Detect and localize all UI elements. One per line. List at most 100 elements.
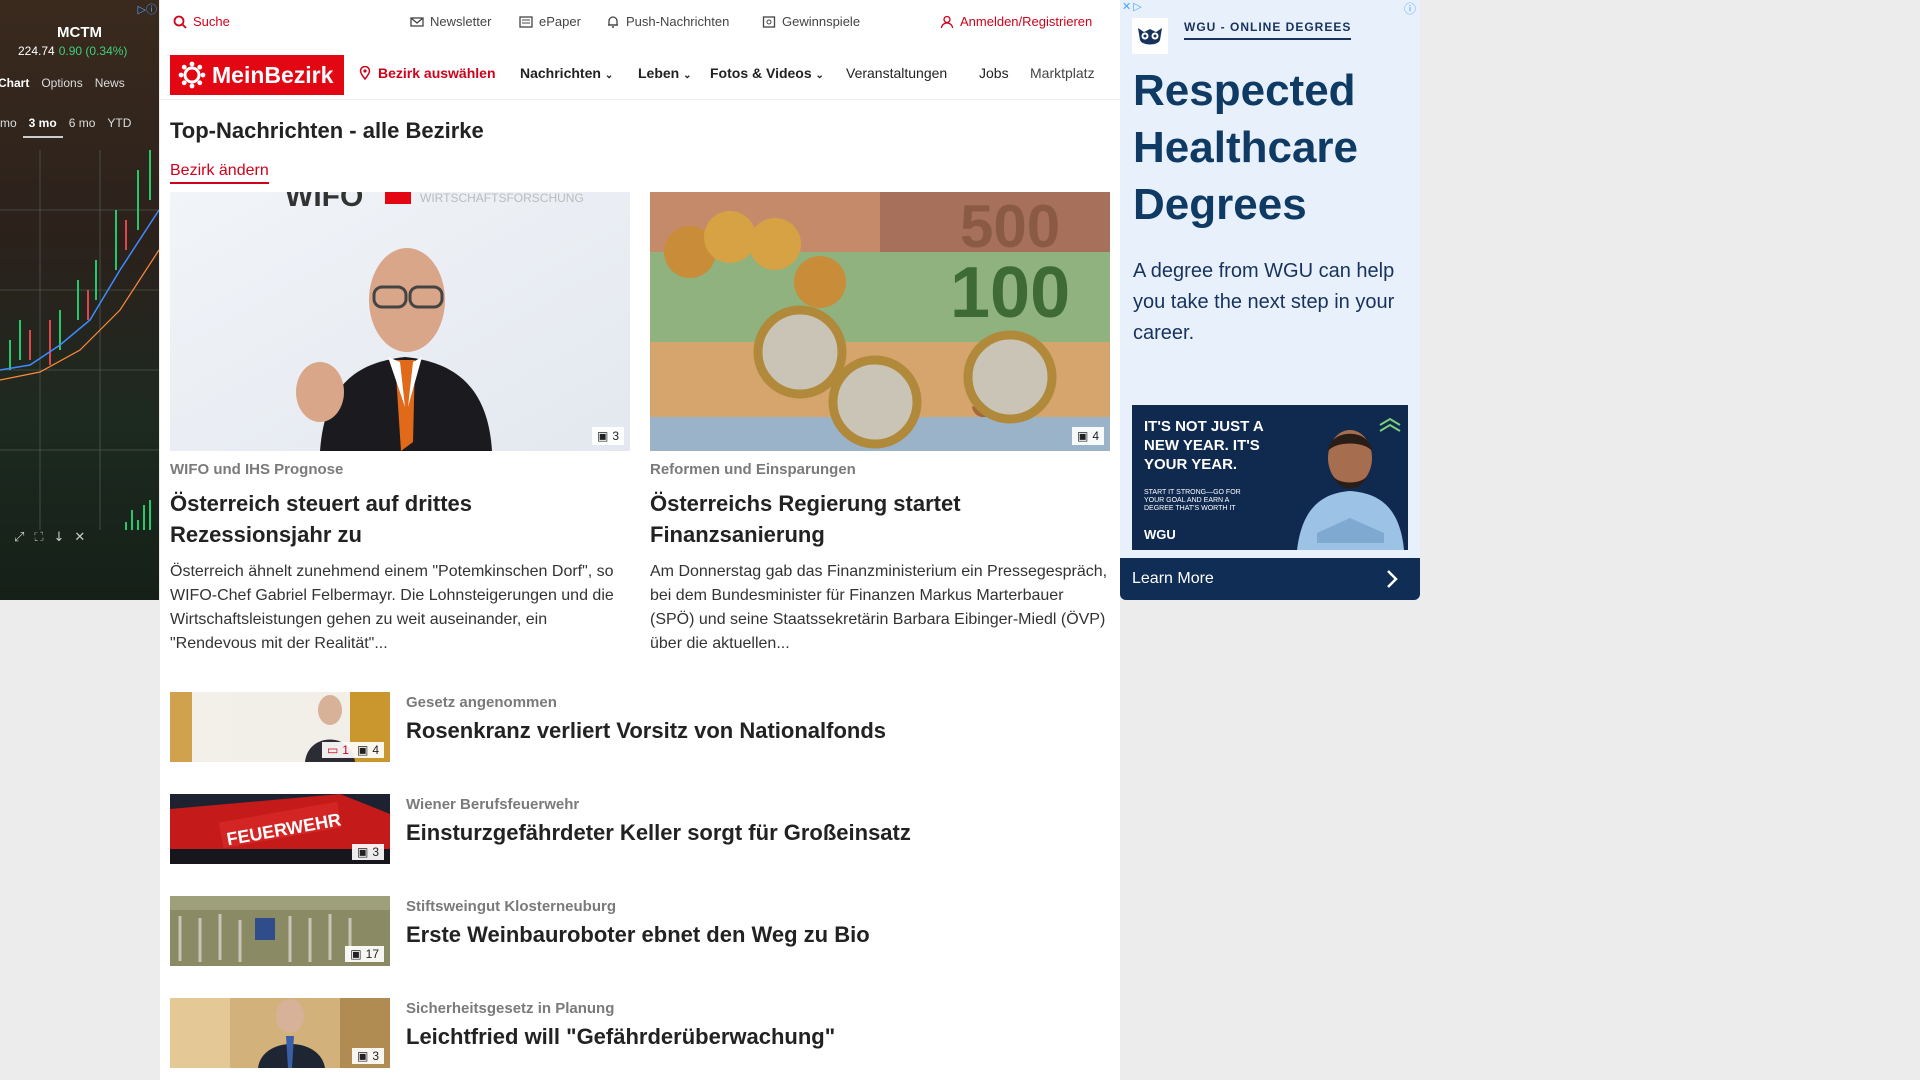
nav-nachrichten[interactable]: Nachrichten ⌄ (520, 65, 613, 81)
ad-banner[interactable]: IT'S NOT JUST A NEW YEAR. IT'S YOUR YEAR… (1132, 405, 1408, 550)
banknote-text: 100 (950, 253, 1070, 333)
gift-icon (762, 15, 776, 28)
nav-veranstaltungen[interactable]: Veranstaltungen (846, 65, 947, 81)
comment-icon: ▭ (326, 743, 339, 757)
range-1mo[interactable]: mo (0, 116, 23, 138)
article-kicker: Gesetz angenommen (406, 694, 557, 711)
wifo-logo-text: WIFO (285, 192, 363, 213)
stock-ticker: MCTM (57, 24, 102, 41)
search-link[interactable]: Suche (173, 14, 230, 29)
chart-tools[interactable]: ⤢⛶↓✕ (14, 530, 95, 545)
gewinnspiele-link[interactable]: Gewinnspiele (762, 14, 860, 29)
article-kicker: Stiftsweingut Klosterneuburg (406, 898, 616, 915)
camera-icon: ▣ (356, 845, 369, 859)
chevron-right-icon (1387, 570, 1398, 588)
main-nav: MeinBezirk Bezirk auswählen Nachrichten … (160, 50, 1120, 100)
nav-leben[interactable]: Leben ⌄ (638, 65, 692, 81)
range-3mo[interactable]: 3 mo (22, 116, 63, 138)
range-ytd[interactable]: YTD (101, 116, 137, 138)
tab-chart[interactable]: Chart (0, 76, 35, 90)
camera-icon: ▣ (350, 947, 362, 961)
bezirk-select[interactable]: Bezirk auswählen (358, 65, 496, 81)
article-thumbnail[interactable]: ▣ 17 (170, 896, 390, 966)
nav-jobs[interactable]: Jobs (979, 65, 1009, 81)
learn-more-button[interactable]: Learn More (1120, 558, 1420, 600)
stock-ranges: mo 3 mo 6 mo YTD (0, 116, 159, 138)
nav-fotos-videos[interactable]: Fotos & Videos ⌄ (710, 65, 824, 81)
newsletter-link[interactable]: Newsletter (410, 14, 491, 29)
newspaper-icon (519, 15, 533, 28)
tab-news[interactable]: News (89, 76, 131, 90)
epaper-link[interactable]: ePaper (519, 14, 581, 29)
stock-chart (0, 150, 159, 530)
camera-icon: ▣ (1076, 429, 1089, 443)
list-item[interactable]: FEUERWEHR ▣ 3 Wiener Berufsfeuerwehr Eins… (170, 794, 1110, 864)
chevron-down-icon: ⌄ (604, 70, 614, 81)
article-headline[interactable]: Rosenkranz verliert Vorsitz von National… (406, 718, 886, 744)
feature-headline[interactable]: Österreichs Regierung startet Finanzsani… (650, 488, 1110, 550)
push-link[interactable]: Push-Nachrichten (606, 14, 729, 29)
range-6mo[interactable]: 6 mo (63, 116, 102, 138)
chevron-down-icon: ⌄ (815, 70, 824, 81)
article-headline[interactable]: Erste Weinbauroboter ebnet den Weg zu Bi… (406, 922, 870, 948)
user-icon (940, 15, 954, 28)
photo-count-badge: ▣ 4 (1071, 427, 1104, 445)
article-kicker: Sicherheitsgesetz in Planung (406, 1000, 615, 1017)
wgu-ad[interactable]: ✕▷ ⓘ WGU - ONLINE DEGREES Respected Heal… (1120, 0, 1420, 600)
stock-price: 224.74 0.90 (0.34%) (18, 44, 128, 58)
euro-money-photo: 500 100 50 (650, 192, 1110, 451)
ad-close-icon[interactable]: ✕▷ (1122, 0, 1144, 13)
feature-teaser: Österreich ähnelt zunehmend einem "Potem… (170, 563, 614, 652)
photo-count-badge: ▣ 3 (591, 427, 624, 445)
utility-bar: Suche Newsletter ePaper Push-Nachrichten… (160, 0, 1120, 46)
article-thumbnail[interactable]: ▭ 1 ▣ 4 (170, 692, 390, 762)
list-item[interactable]: ▣ 17 Stiftsweingut Klosterneuburg Erste W… (170, 896, 1110, 966)
chevron-down-icon: ⌄ (683, 70, 692, 81)
info-icon[interactable]: ⓘ (1404, 0, 1416, 17)
bell-icon (608, 15, 618, 28)
location-pin-icon (359, 66, 371, 80)
banner-logo: WGU (1144, 527, 1176, 542)
camera-icon: ▣ (596, 429, 609, 443)
article-badges: ▣ 3 (351, 1048, 384, 1064)
article-badges: ▣ 17 (345, 946, 384, 962)
section-title: Top-Nachrichten - alle Bezirke (170, 118, 484, 143)
adchoices-icon[interactable]: ▷ⓘ (138, 1, 157, 17)
sun-logo-icon (178, 61, 206, 89)
camera-icon: ▣ (356, 1049, 369, 1063)
feature-kicker: Reformen und Einsparungen (650, 461, 856, 478)
stock-ad[interactable]: ▷ⓘ MCTM 224.74 0.90 (0.34%) Chart Options… (0, 0, 159, 600)
meinbezirk-logo[interactable]: MeinBezirk (170, 55, 344, 95)
camera-icon: ▣ (356, 743, 369, 757)
stock-change: 0.90 (0.34%) (58, 44, 128, 58)
ad-headline: Respected Healthcare Degrees (1133, 66, 1359, 229)
banner-title: IT'S NOT JUST A NEW YEAR. IT'S YOUR YEAR… (1144, 418, 1264, 473)
mail-icon (410, 16, 424, 27)
article-thumbnail[interactable]: ▣ 3 (170, 998, 390, 1068)
article-badges: ▣ 3 (351, 844, 384, 860)
article-badges: ▭ 1 ▣ 4 (321, 742, 384, 758)
feature-headline[interactable]: Österreich steuert auf drittes Rezession… (170, 488, 630, 550)
svg-text:WIRTSCHAFTSFORSCHUNG: WIRTSCHAFTSFORSCHUNG (420, 192, 584, 205)
feature-article-2[interactable]: 500 100 50 ▣4 Reformen und Einsparungen … (650, 192, 1110, 656)
feature-image-1[interactable]: WIFO WIRTSCHAFTSFORSCHUNG ▣ 3 (170, 192, 630, 451)
article-thumbnail[interactable]: FEUERWEHR ▣ 3 (170, 794, 390, 864)
feature-image-2[interactable]: 500 100 50 ▣4 (650, 192, 1110, 451)
list-item[interactable]: ▣ 3 Sicherheitsgesetz in Planung Leichtfr… (170, 998, 1110, 1068)
feature-kicker: WIFO und IHS Prognose (170, 461, 344, 478)
press-conference-photo: WIFO WIRTSCHAFTSFORSCHUNG (170, 192, 630, 451)
ad-brand[interactable]: WGU - ONLINE DEGREES (1184, 20, 1352, 40)
ad-body: A degree from WGU can help you take the … (1133, 260, 1395, 344)
article-headline[interactable]: Leichtfried will "Gefährderüberwachung" (406, 1024, 835, 1050)
article-headline[interactable]: Einsturzgefährdeter Keller sorgt für Gro… (406, 820, 911, 846)
login-link[interactable]: Anmelden/Registrieren (940, 14, 1092, 29)
owl-logo-icon (1132, 18, 1168, 54)
feature-teaser: Am Donnerstag gab das Finanzministerium … (650, 563, 1108, 652)
banner-small-text: START IT STRONG—GO FOR YOUR GOAL AND EAR… (1144, 489, 1241, 512)
tab-options[interactable]: Options (35, 76, 88, 90)
feature-article-1[interactable]: WIFO WIRTSCHAFTSFORSCHUNG ▣ 3 WIFO und IH… (170, 192, 630, 656)
bezirk-change-link[interactable]: Bezirk ändern (170, 162, 269, 184)
list-item[interactable]: ▭ 1 ▣ 4 Gesetz angenommen Rosenkranz verli… (170, 692, 1110, 762)
nav-marktplatz[interactable]: Marktplatz (1030, 65, 1114, 81)
stock-tabs: Chart Options News (0, 76, 159, 90)
